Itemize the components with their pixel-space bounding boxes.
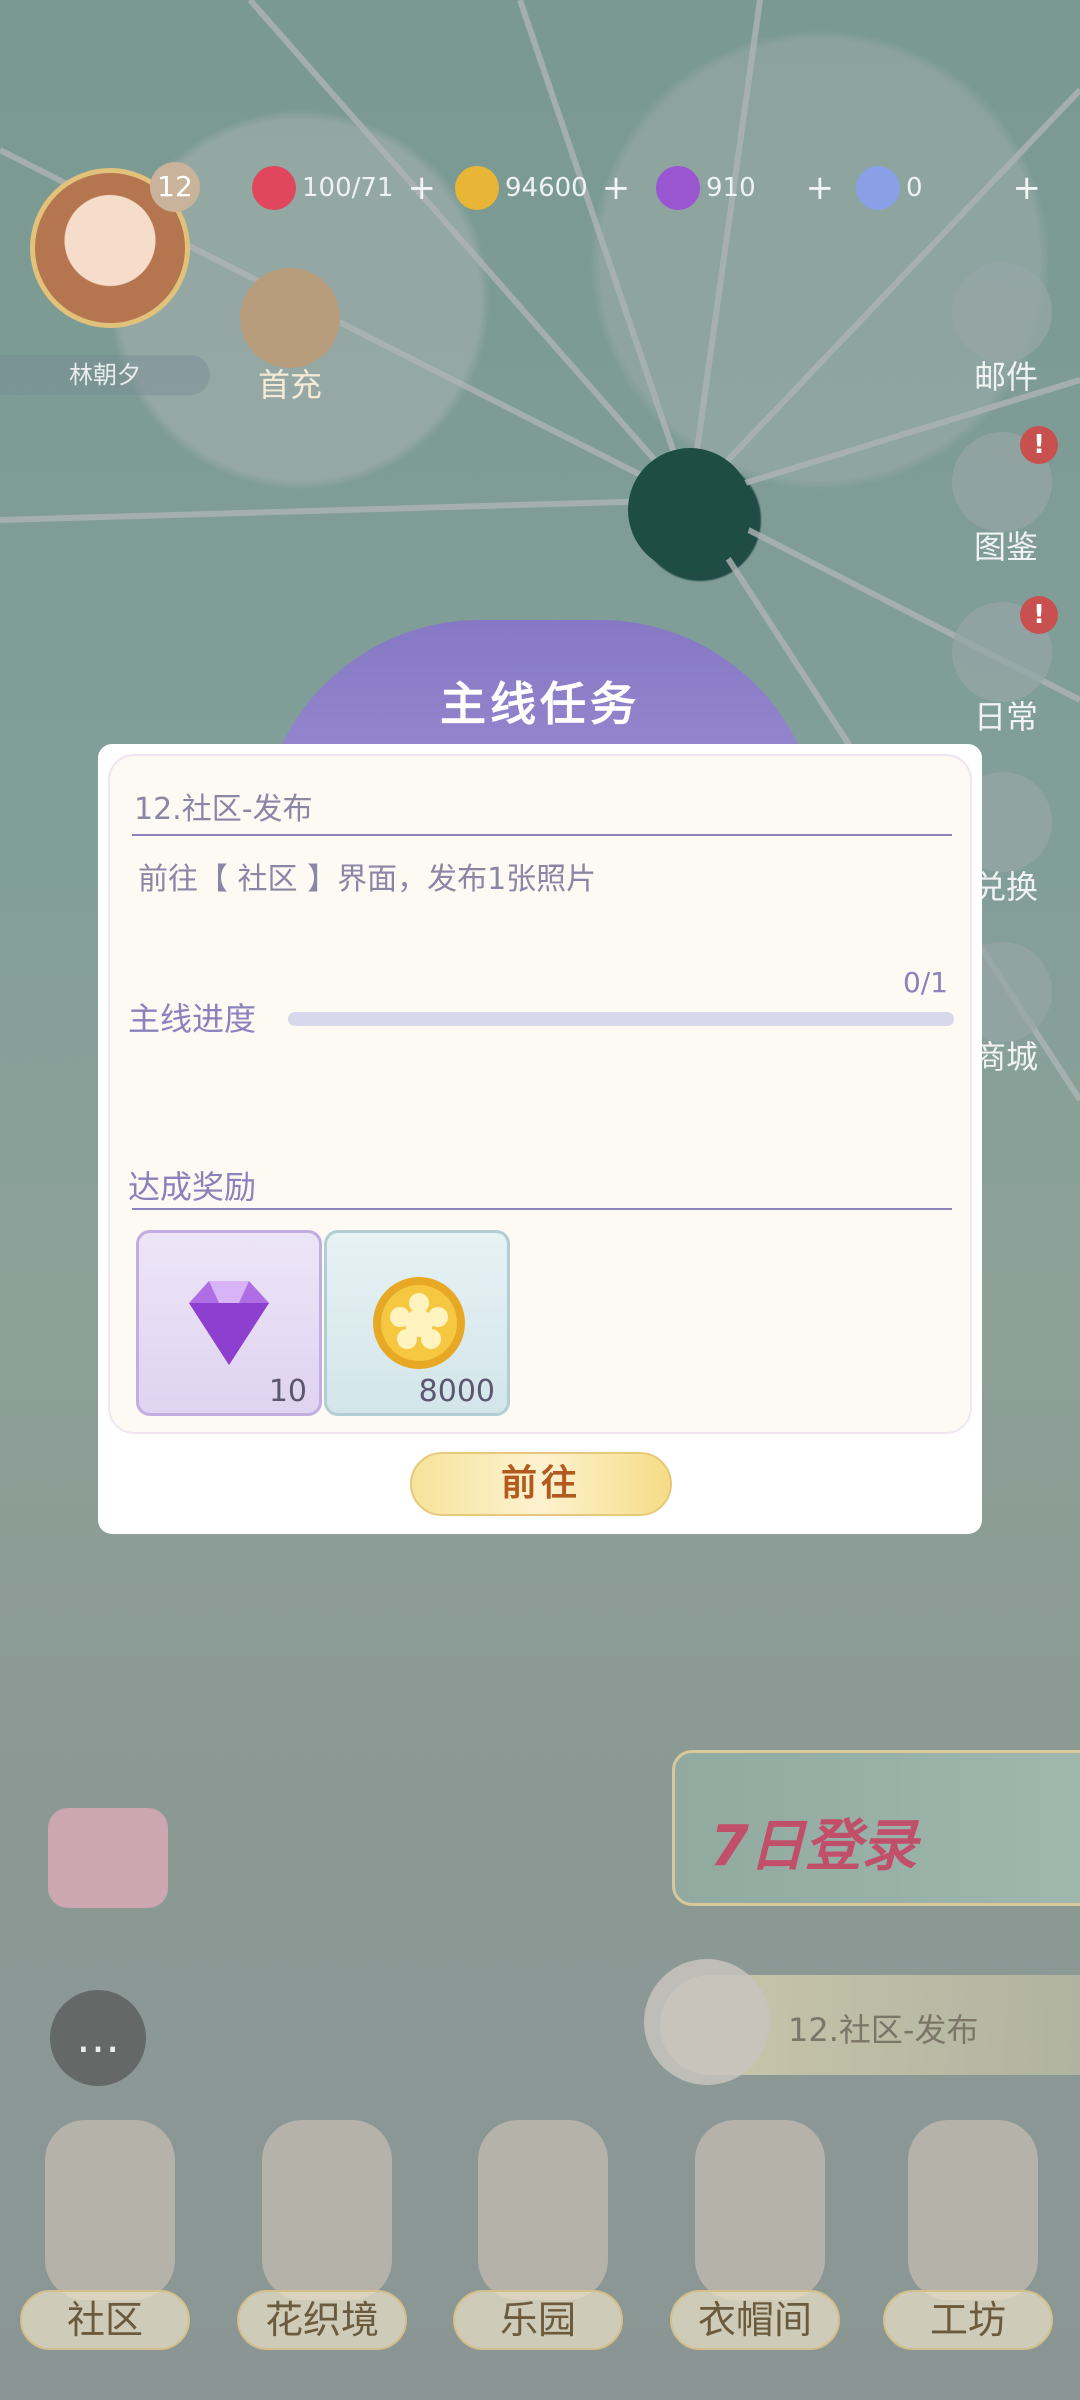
scroll-icon xyxy=(644,1959,770,2085)
progress-bar xyxy=(288,1012,954,1026)
stamina-counter: 100/71 + xyxy=(252,166,436,210)
envelope-icon xyxy=(952,262,1052,362)
phone-icon[interactable] xyxy=(48,1808,168,1908)
coin-counter: 94600 + xyxy=(455,166,631,210)
daily-label: 日常 xyxy=(973,698,1038,736)
modal-title: 主线任务 xyxy=(440,677,640,731)
stamina-value: 100/71 xyxy=(302,173,394,203)
star-icon xyxy=(856,166,900,210)
wardrobe-icon xyxy=(695,2120,825,2300)
quest-tracker[interactable]: 12.社区-发布 xyxy=(644,1959,1080,2085)
seven-day-login-banner[interactable]: 7日登录 xyxy=(672,1750,1080,1906)
nav-wardrobe[interactable]: 衣帽间 xyxy=(665,2120,855,2390)
go-button[interactable]: 前往 xyxy=(410,1452,672,1516)
diamond-icon xyxy=(189,1281,269,1365)
mail-label: 邮件 xyxy=(973,358,1038,396)
community-icon xyxy=(45,2120,175,2300)
nav-paradise-label: 乐园 xyxy=(453,2290,623,2350)
flower-realm-icon xyxy=(262,2120,392,2300)
progress-label: 主线进度 xyxy=(128,1000,257,1038)
nav-workshop-label: 工坊 xyxy=(883,2290,1053,2350)
notification-badge: ! xyxy=(1020,596,1058,634)
add-star-button[interactable]: + xyxy=(1013,168,1042,208)
chat-icon[interactable]: … xyxy=(50,1990,146,2086)
reward-quantity: 8000 xyxy=(418,1374,495,1409)
quest-tracker-text: 12.社区-发布 xyxy=(788,2011,979,2049)
add-diamond-button[interactable]: + xyxy=(806,168,835,208)
nav-wardrobe-label: 衣帽间 xyxy=(670,2290,840,2350)
divider xyxy=(132,834,952,836)
first-charge-button[interactable]: 首充 xyxy=(235,268,345,404)
coin-icon xyxy=(455,166,499,210)
gold-coin-icon xyxy=(373,1277,465,1369)
diamond-counter: 910 + xyxy=(656,166,835,210)
diamond-value: 910 xyxy=(706,173,756,203)
mail-button[interactable]: 邮件 xyxy=(952,262,1060,396)
reward-quantity: 10 xyxy=(268,1374,307,1409)
nav-community-label: 社区 xyxy=(20,2290,190,2350)
level-badge: 12 xyxy=(150,162,200,212)
add-stamina-button[interactable]: + xyxy=(407,168,436,208)
task-description: 前往【 社区 】界面，发布1张照片 xyxy=(138,862,597,897)
album-label: 图鉴 xyxy=(973,528,1038,566)
notification-badge: ! xyxy=(1020,426,1058,464)
nav-flower-realm-label: 花织境 xyxy=(237,2290,407,2350)
player-name: 林朝夕 xyxy=(0,355,210,395)
paradise-icon xyxy=(478,2120,608,2300)
heart-icon xyxy=(252,166,296,210)
nav-paradise[interactable]: 乐园 xyxy=(448,2120,638,2390)
album-button[interactable]: ! 图鉴 xyxy=(952,426,1060,566)
coin-value: 94600 xyxy=(505,173,588,203)
nav-community[interactable]: 社区 xyxy=(15,2120,205,2390)
quest-panel: 12.社区-发布 前往【 社区 】界面，发布1张照片 主线进度 0/1 达成奖励… xyxy=(108,754,972,1434)
add-coin-button[interactable]: + xyxy=(602,168,631,208)
task-name: 12.社区-发布 xyxy=(134,792,313,827)
first-charge-label: 首充 xyxy=(257,366,322,404)
workshop-icon xyxy=(908,2120,1038,2300)
diamond-icon xyxy=(656,166,700,210)
progress-count: 0/1 xyxy=(902,966,948,999)
reward-diamond[interactable]: 10 xyxy=(136,1230,322,1416)
star-value: 0 xyxy=(906,173,923,203)
main-quest-dialog: 12.社区-发布 前往【 社区 】界面，发布1张照片 主线进度 0/1 达成奖励… xyxy=(98,744,982,1534)
login-banner-text: 7日登录 xyxy=(710,1814,917,1879)
reward-label: 达成奖励 xyxy=(128,1168,257,1206)
daily-button[interactable]: ! 日常 xyxy=(952,596,1060,736)
nav-flower-realm[interactable]: 花织境 xyxy=(232,2120,422,2390)
reward-gold-coin[interactable]: 8000 xyxy=(324,1230,510,1416)
nav-workshop[interactable]: 工坊 xyxy=(878,2120,1068,2390)
star-counter: 0 + xyxy=(856,166,1042,210)
teddy-bear-icon xyxy=(240,268,340,368)
divider xyxy=(132,1208,952,1210)
